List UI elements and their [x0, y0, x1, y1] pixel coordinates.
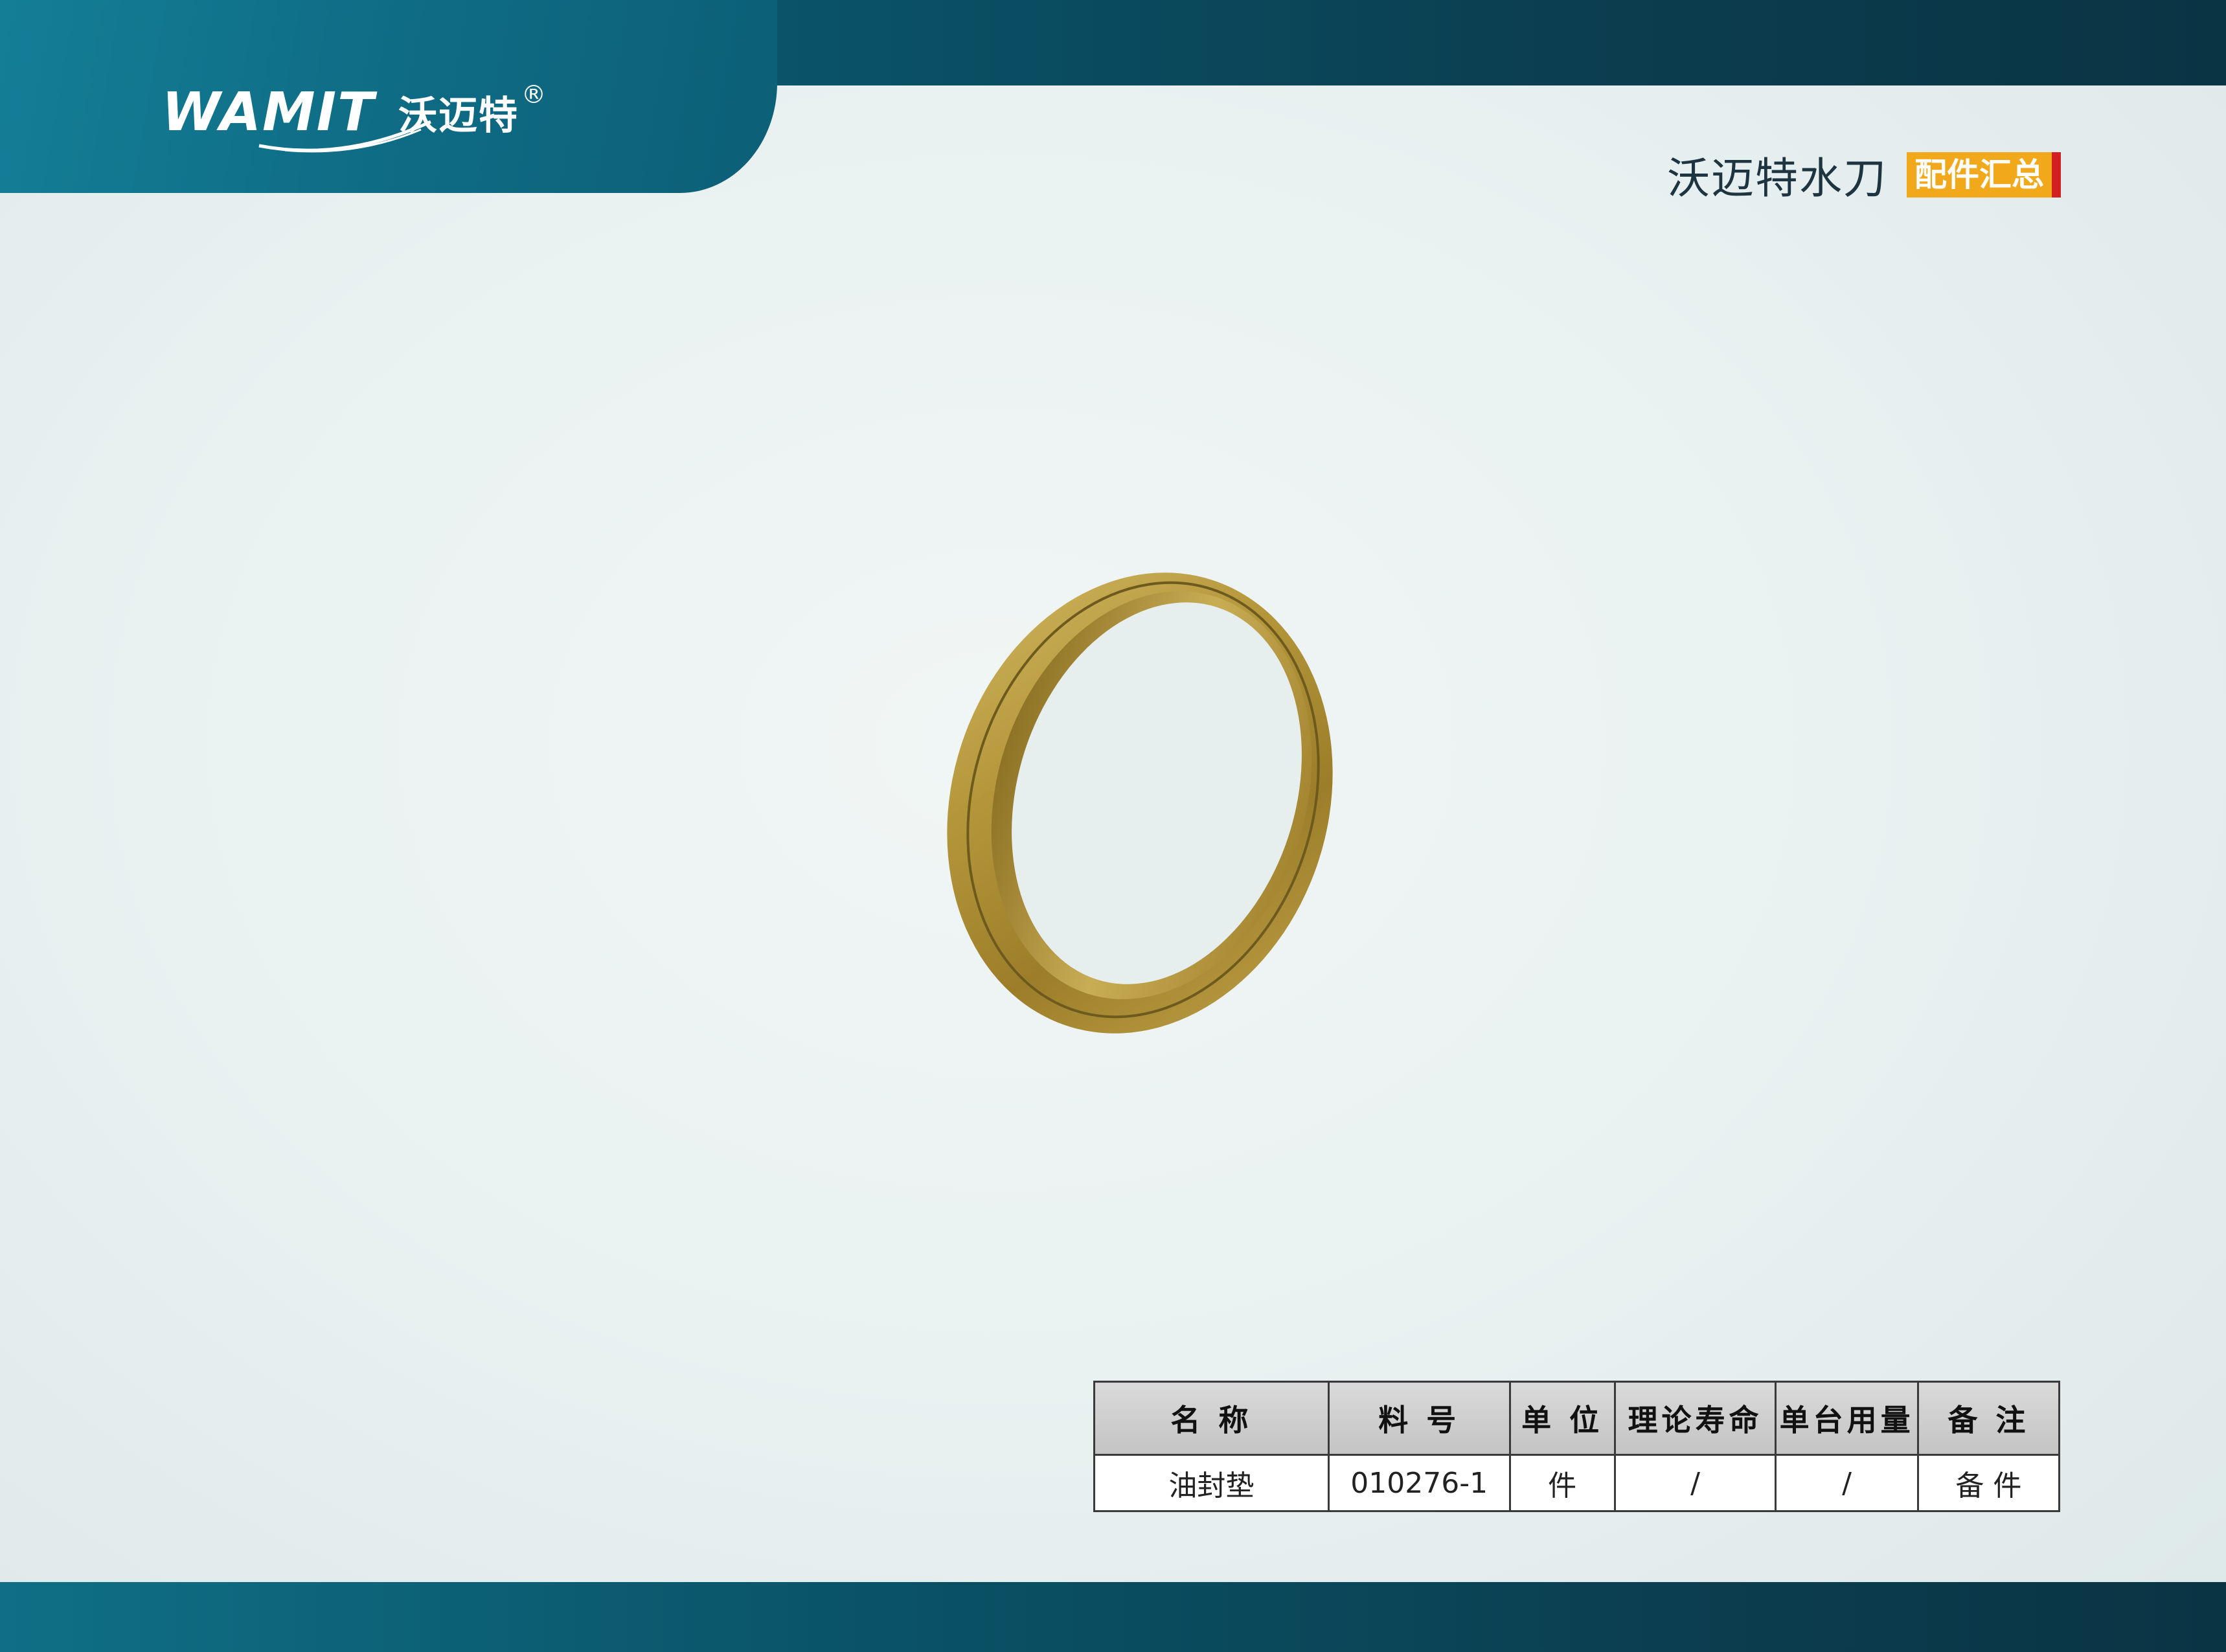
spec-table: 名 称 料 号 单 位 理论寿命 单台用量 备 注 油封垫 010276-1 件… — [1093, 1381, 2061, 1512]
bottom-band — [0, 1582, 2226, 1652]
brand-logo: WAMIT 沃迈特 ® — [162, 76, 547, 153]
header-quantity: 单台用量 — [1775, 1381, 1919, 1456]
page-title-area: 沃迈特水刀 配件汇总 — [1667, 144, 2061, 206]
header-part-number: 料 号 — [1327, 1381, 1511, 1456]
cell-remark: 备 件 — [1916, 1454, 2061, 1512]
header-life: 理论寿命 — [1613, 1381, 1777, 1456]
cell-name: 油封垫 — [1093, 1454, 1330, 1512]
header-unit: 单 位 — [1508, 1381, 1616, 1456]
tag-accent-bar — [2052, 152, 2061, 198]
cell-part-number: 010276-1 — [1327, 1454, 1511, 1512]
table-header-row: 名 称 料 号 单 位 理论寿命 单台用量 备 注 — [1093, 1381, 2061, 1456]
table-row: 油封垫 010276-1 件 / / 备 件 — [1093, 1454, 2061, 1512]
cell-quantity: / — [1775, 1454, 1919, 1512]
brass-ring-image — [947, 572, 1333, 1034]
header-name: 名 称 — [1093, 1381, 1330, 1456]
cell-life: / — [1613, 1454, 1777, 1512]
cell-unit: 件 — [1508, 1454, 1616, 1512]
header-remark: 备 注 — [1916, 1381, 2061, 1456]
registered-mark: ® — [521, 80, 547, 109]
category-tag: 配件汇总 — [1907, 152, 2052, 198]
logo-swoosh-icon — [258, 120, 432, 153]
page-title: 沃迈特水刀 — [1667, 153, 1887, 203]
page: WAMIT 沃迈特 ® 沃迈特水刀 配件汇总 名 称 料 号 单 位 理论寿命 … — [0, 0, 2226, 1652]
